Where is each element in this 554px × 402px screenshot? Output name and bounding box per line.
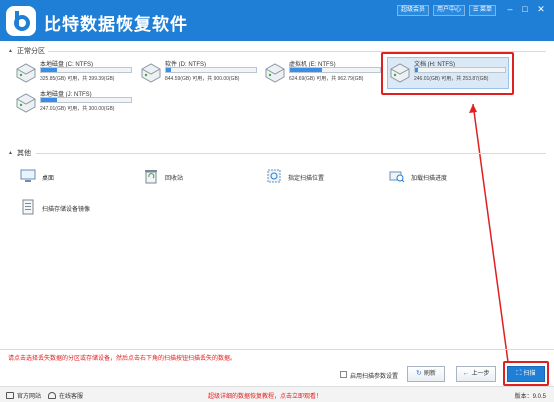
advanced-scan-checkbox[interactable] [340,371,347,378]
refresh-button[interactable]: ↻ 刷新 [407,366,445,382]
desktop-icon [20,169,36,182]
monitor-icon [6,392,14,399]
annotation-box [503,361,549,386]
other-scan-location[interactable]: 指定扫描位置 [266,168,376,186]
other-load-progress[interactable]: 加载扫描进度 [389,168,499,186]
advanced-scan-label: 启用扫描参数设置 [350,374,399,380]
others-header: ▲ 其他 [8,148,546,158]
collapse-triangle-icon[interactable]: ▲ [8,150,13,156]
divider [36,153,546,154]
instruction-hint: 请点击选择丢失数据的分区或存储设备，然后点击右下角的扫描按钮扫描丢失的数据。 [8,356,237,362]
other-label: 指定扫描位置 [288,176,325,182]
website-label: 官方网站 [17,394,42,400]
other-label: 加载扫描进度 [411,176,448,182]
version-label: 版本：9.0.5 [514,394,546,400]
back-arrow-icon: ← [462,370,470,377]
other-label: 回收站 [165,176,184,182]
refresh-icon: ↻ [416,370,422,377]
refresh-label: 刷新 [423,371,436,377]
other-recycle-bin[interactable]: 回收站 [143,168,243,186]
other-desktop[interactable]: 桌面 [20,168,120,186]
website-link[interactable]: 官方网站 [6,391,41,400]
others-header-label: 其他 [17,150,31,157]
headset-icon [48,392,56,399]
footer: 官方网站 在线客服 超级详细的数据恢复教程，点击立即观看！ 版本：9.0.5 [0,386,554,402]
back-label: 上一步 [471,371,490,377]
back-button[interactable]: ← 上一步 [456,366,496,382]
scan-location-icon [267,169,281,183]
recycle-bin-icon [145,170,157,184]
disk-image-icon [22,199,34,215]
load-progress-icon [389,171,405,183]
support-link[interactable]: 在线客服 [48,391,83,400]
support-label: 在线客服 [59,394,84,400]
divider [0,349,554,350]
other-label: 桌面 [42,176,55,182]
other-label: 扫描存储设备镜像 [42,207,91,213]
other-disk-image[interactable]: 扫描存储设备镜像 [20,199,150,217]
tutorial-promo-link[interactable]: 超级详细的数据恢复教程，点击立即观看！ [208,391,322,400]
